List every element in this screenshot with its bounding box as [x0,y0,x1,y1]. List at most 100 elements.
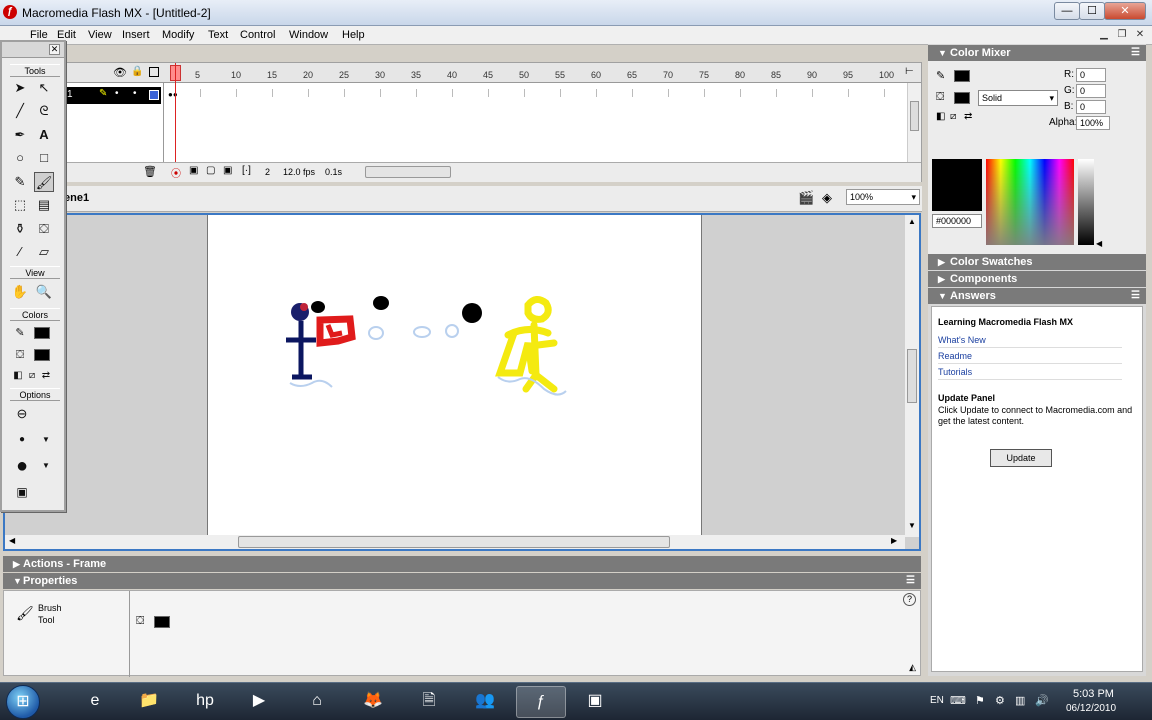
brush-tool-icon[interactable]: 🖌 [34,172,54,192]
pen-tool-icon[interactable]: ✒ [10,125,30,145]
collapse-properties-icon[interactable]: ◭ [909,662,916,673]
close-button[interactable]: ✕ [1104,2,1146,20]
tutorials-link[interactable]: Tutorials [938,367,1122,380]
eye-icon[interactable]: 👁 [113,66,127,79]
keyframe-dots[interactable]: ●● [168,90,178,99]
stage-vscroll-thumb[interactable] [907,349,917,403]
stage-canvas[interactable] [207,215,702,535]
menu-modify[interactable]: Modify [162,29,194,41]
onion-outline-icon[interactable]: ▢ [206,165,215,176]
answers-header[interactable]: ▼ Answers ☰ [928,288,1146,304]
flag-icon[interactable]: ⚑ [975,694,985,707]
hp-icon[interactable]: hp [180,686,230,718]
maximize-button[interactable]: ☐ [1079,2,1105,20]
menu-text[interactable]: Text [208,29,228,41]
ink-bottle-tool-icon[interactable]: ⚱ [10,219,30,239]
brush-mode-icon[interactable]: ⊖ [12,404,32,424]
stage-vscroll[interactable]: ▲ ▼ [905,215,919,537]
delete-layer-icon[interactable]: 🗑 [143,165,157,178]
outline-icon[interactable] [149,67,159,77]
color-swatches-header[interactable]: ▶ Color Swatches [928,254,1146,270]
messenger-icon[interactable]: 👥 [460,686,510,718]
timeline-vscroll[interactable] [907,83,921,163]
edit-multiple-icon[interactable]: ▣ [223,165,232,176]
tray-app-icon[interactable]: ⚙ [995,694,1005,707]
fill-style-dropdown[interactable]: Solid ▾ [978,90,1058,106]
text-tool-icon[interactable]: A [34,125,54,145]
update-button[interactable]: Update [990,449,1052,467]
lasso-tool-icon[interactable]: ᘓ [34,101,54,121]
swap-colors-icon[interactable]: ⇄ [964,111,972,122]
chevron-down-icon[interactable]: ▼ [36,456,56,476]
rectangle-tool-icon[interactable]: □ [34,148,54,168]
fill-color-swatch[interactable] [34,349,50,361]
network-icon[interactable]: ▥ [1015,694,1025,707]
blue-field[interactable]: 0 [1076,100,1106,114]
subselect-tool-icon[interactable]: ↖ [34,78,54,98]
app-window-icon[interactable]: ▣ [570,686,620,718]
zoom-tool-icon[interactable]: 🔍 [34,282,54,302]
readme-link[interactable]: Readme [938,351,1122,364]
tools-titlebar[interactable]: ✕ [2,42,64,58]
components-header[interactable]: ▶ Components [928,271,1146,287]
line-tool-icon[interactable]: ╱ [10,101,30,121]
brightness-slider[interactable] [1078,159,1094,245]
scroll-left-icon[interactable]: ◀ [9,536,15,545]
swap-colors-icon[interactable]: ⇄ [36,366,56,386]
green-field[interactable]: 0 [1076,84,1106,98]
scroll-right-icon[interactable]: ▶ [891,536,897,545]
lock-icon[interactable]: 🔒 [131,66,143,77]
whats-new-link[interactable]: What's New [938,335,1122,348]
menu-view[interactable]: View [88,29,112,41]
layer-row[interactable]: 1 ✎ • • [63,87,161,104]
tools-close-button[interactable]: ✕ [49,44,60,55]
menu-control[interactable]: Control [240,29,275,41]
red-field[interactable]: 0 [1076,68,1106,82]
oval-tool-icon[interactable]: ○ [10,148,30,168]
clock-date[interactable]: 06/12/2010 [1066,703,1116,714]
alpha-field[interactable]: 100% [1076,116,1110,130]
timeline-hscroll-thumb[interactable] [365,166,451,178]
no-color-icon[interactable]: ⧄ [950,111,956,122]
stick-figure-yellow[interactable] [495,296,558,393]
fill-color-swatch[interactable] [154,616,170,628]
start-button[interactable]: ⊞ [6,685,40,719]
black-blob[interactable] [462,303,482,323]
hand-tool-icon[interactable]: ✋ [10,282,30,302]
free-transform-tool-icon[interactable]: ⬚ [10,195,30,215]
volume-icon[interactable]: 🔊 [1035,694,1049,707]
clock-time[interactable]: 5:03 PM [1073,688,1114,700]
timeline-vscroll-thumb[interactable] [910,101,919,131]
firefox-icon[interactable]: 🦊 [348,686,398,718]
default-colors-icon[interactable]: ◧ [936,111,945,122]
panel-menu-icon[interactable]: ☰ [906,573,915,589]
arrow-tool-icon[interactable]: ➤ [10,78,30,98]
help-icon[interactable]: ? [903,593,916,606]
timeline-menu-icon[interactable]: ⊢ [905,66,914,77]
center-frame-icon[interactable]: ⦿ [171,165,181,180]
scroll-up-icon[interactable]: ▲ [908,217,916,226]
edit-symbols-icon[interactable]: ◈ [822,190,832,206]
eraser-tool-icon[interactable]: ▱ [34,242,54,262]
lock-fill-icon[interactable]: ▣ [12,482,32,502]
chevron-down-icon[interactable]: ▼ [36,430,56,450]
paint-bucket-tool-icon[interactable]: ⛋ [34,219,54,239]
document-icon[interactable]: 🗎 [404,686,454,718]
panel-menu-icon[interactable]: ☰ [1131,45,1140,61]
properties-panel-header[interactable]: ▼ Properties ☰ [3,573,921,589]
folder-icon[interactable]: 📁 [124,686,174,718]
layer-color-swatch[interactable] [149,90,159,100]
onion-skin-icon[interactable]: ▣ [189,165,198,176]
stage-hscroll[interactable]: ◀ ▶ [5,535,905,549]
internet-explorer-icon[interactable]: e [70,686,120,718]
keyboard-icon[interactable]: ⌨ [950,694,966,707]
stroke-color-swatch[interactable] [34,327,50,339]
language-indicator[interactable]: EN [930,695,944,706]
hex-field[interactable]: #000000 [932,214,982,228]
panel-menu-icon[interactable]: ☰ [1131,288,1140,304]
home-icon[interactable]: ⌂ [292,686,342,718]
lock-dot[interactable]: • [133,88,137,99]
color-spectrum[interactable] [986,159,1074,245]
brush-size-icon[interactable]: ● [12,430,32,450]
brush-shape-icon[interactable]: ● [12,456,32,476]
